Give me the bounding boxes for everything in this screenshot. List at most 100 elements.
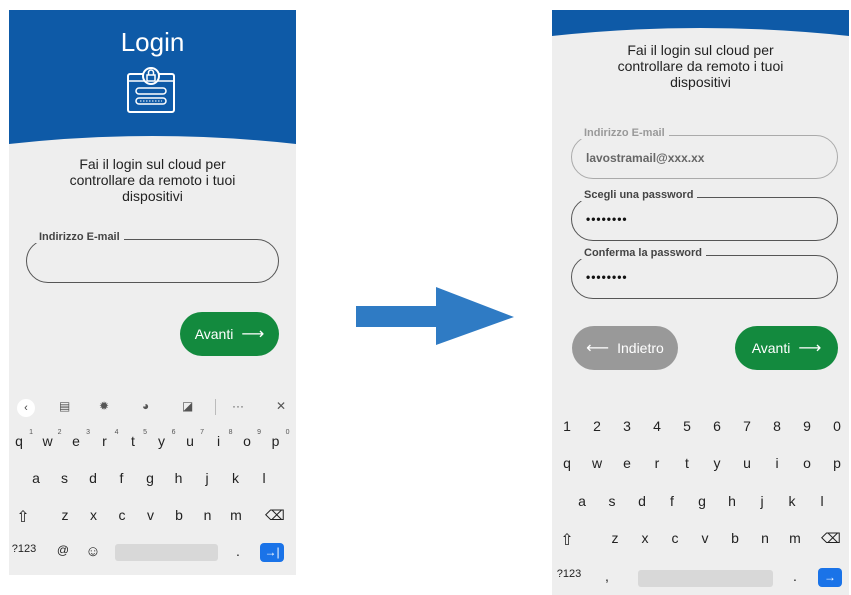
key-y[interactable]: y6 [152,429,176,449]
key-g[interactable]: g [140,470,160,486]
key-0[interactable]: 0 [827,418,847,434]
chevron-left-icon[interactable]: ‹ [17,399,35,417]
symbols-key[interactable]: ?123 [9,543,39,555]
backspace-icon[interactable]: ⌫ [265,507,285,524]
sticker-icon[interactable]: ◪ [182,399,193,413]
key-c[interactable]: c [665,530,685,546]
clipboard-icon[interactable]: ▤ [59,399,70,413]
key-c[interactable]: c [112,507,132,523]
space-bar[interactable] [115,544,218,561]
key-label: 6 [713,418,721,434]
key-e[interactable]: e3 [66,429,90,449]
key-a[interactable]: a [26,470,46,486]
key-o[interactable]: o9 [237,429,261,449]
password-field[interactable]: Scegli una password •••••••• [571,189,838,241]
key-p[interactable]: p0 [266,429,290,449]
key-p[interactable]: p [827,455,847,471]
login-instructions: Fai il login sul cloud per controllare d… [552,42,849,90]
key-label: y [713,455,721,471]
key-b[interactable]: b [169,507,189,523]
next-button[interactable]: Avanti ⟶ [180,312,279,356]
symbols-key[interactable]: ?123 [554,568,584,580]
key-v[interactable]: v [695,530,715,546]
key-d[interactable]: d [632,493,652,509]
email-field[interactable]: Indirizzo E-mail lavostramail@xxx.xx [571,127,838,179]
at-key[interactable]: @ [53,543,73,557]
emoji-icon[interactable]: ☺ [83,543,103,560]
enter-key[interactable]: → [818,568,842,587]
key-label: l [262,470,266,486]
key-a[interactable]: a [572,493,592,509]
key-l[interactable]: l [254,470,274,486]
key-m[interactable]: m [785,530,805,546]
space-bar[interactable] [638,570,773,587]
key-x[interactable]: x [84,507,104,523]
key-4[interactable]: 4 [647,418,667,434]
mic-off-icon[interactable]: ✕ [276,399,286,413]
shift-icon[interactable]: ⇧ [557,530,577,550]
email-field[interactable]: Indirizzo E-mail [26,231,279,283]
key-j[interactable]: j [752,493,772,509]
key-8[interactable]: 8 [767,418,787,434]
key-t[interactable]: t [677,455,697,471]
key-2[interactable]: 2 [587,418,607,434]
key-h[interactable]: h [169,470,189,486]
key-z[interactable]: z [605,530,625,546]
more-icon[interactable]: ··· [232,399,244,413]
key-t[interactable]: t5 [123,429,147,449]
next-button[interactable]: Avanti ⟶ [735,326,838,370]
key-j[interactable]: j [197,470,217,486]
enter-key[interactable]: →| [260,543,284,562]
key-q[interactable]: q [557,455,577,471]
period-key[interactable]: . [785,568,805,584]
gear-icon[interactable]: ✹ [99,399,109,413]
key-k[interactable]: k [226,470,246,486]
shift-icon[interactable]: ⇧ [13,507,33,527]
key-u[interactable]: u7 [180,429,204,449]
key-i[interactable]: i8 [209,429,233,449]
key-label: a [32,470,40,486]
key-x[interactable]: x [635,530,655,546]
key-e[interactable]: e [617,455,637,471]
key-3[interactable]: 3 [617,418,637,434]
key-o[interactable]: o [797,455,817,471]
period-key[interactable]: . [228,543,248,559]
key-9[interactable]: 9 [797,418,817,434]
password-field-label: Scegli una password [580,189,698,201]
key-r[interactable]: r4 [95,429,118,449]
key-w[interactable]: w [587,455,607,471]
key-z[interactable]: z [55,507,75,523]
key-h[interactable]: h [722,493,742,509]
key-5[interactable]: 5 [677,418,697,434]
key-s[interactable]: s [602,493,622,509]
key-d[interactable]: d [83,470,103,486]
key-u[interactable]: u [737,455,757,471]
key-w[interactable]: w2 [38,429,61,449]
key-6[interactable]: 6 [707,418,727,434]
message-line: controllare da remoto i tuoi [617,58,784,74]
key-n[interactable]: n [198,507,218,523]
key-label: 5 [683,418,691,434]
key-b[interactable]: b [725,530,745,546]
palette-icon[interactable]: ◕ [142,399,149,413]
key-7[interactable]: 7 [737,418,757,434]
key-f[interactable]: f [112,470,132,486]
confirm-password-field[interactable]: Conferma la password •••••••• [571,247,838,299]
key-l[interactable]: l [812,493,832,509]
key-s[interactable]: s [55,470,75,486]
backspace-icon[interactable]: ⌫ [821,530,841,547]
key-v[interactable]: v [141,507,161,523]
comma-key[interactable]: , [597,568,617,584]
key-y[interactable]: y [707,455,727,471]
key-i[interactable]: i [767,455,787,471]
key-f[interactable]: f [662,493,682,509]
key-1[interactable]: 1 [557,418,577,434]
key-q[interactable]: q1 [9,429,33,449]
key-m[interactable]: m [226,507,246,523]
back-button[interactable]: ⟵ Indietro [572,326,678,370]
key-n[interactable]: n [755,530,775,546]
key-r[interactable]: r [647,455,667,471]
key-g[interactable]: g [692,493,712,509]
key-label: q [563,455,571,471]
key-k[interactable]: k [782,493,802,509]
